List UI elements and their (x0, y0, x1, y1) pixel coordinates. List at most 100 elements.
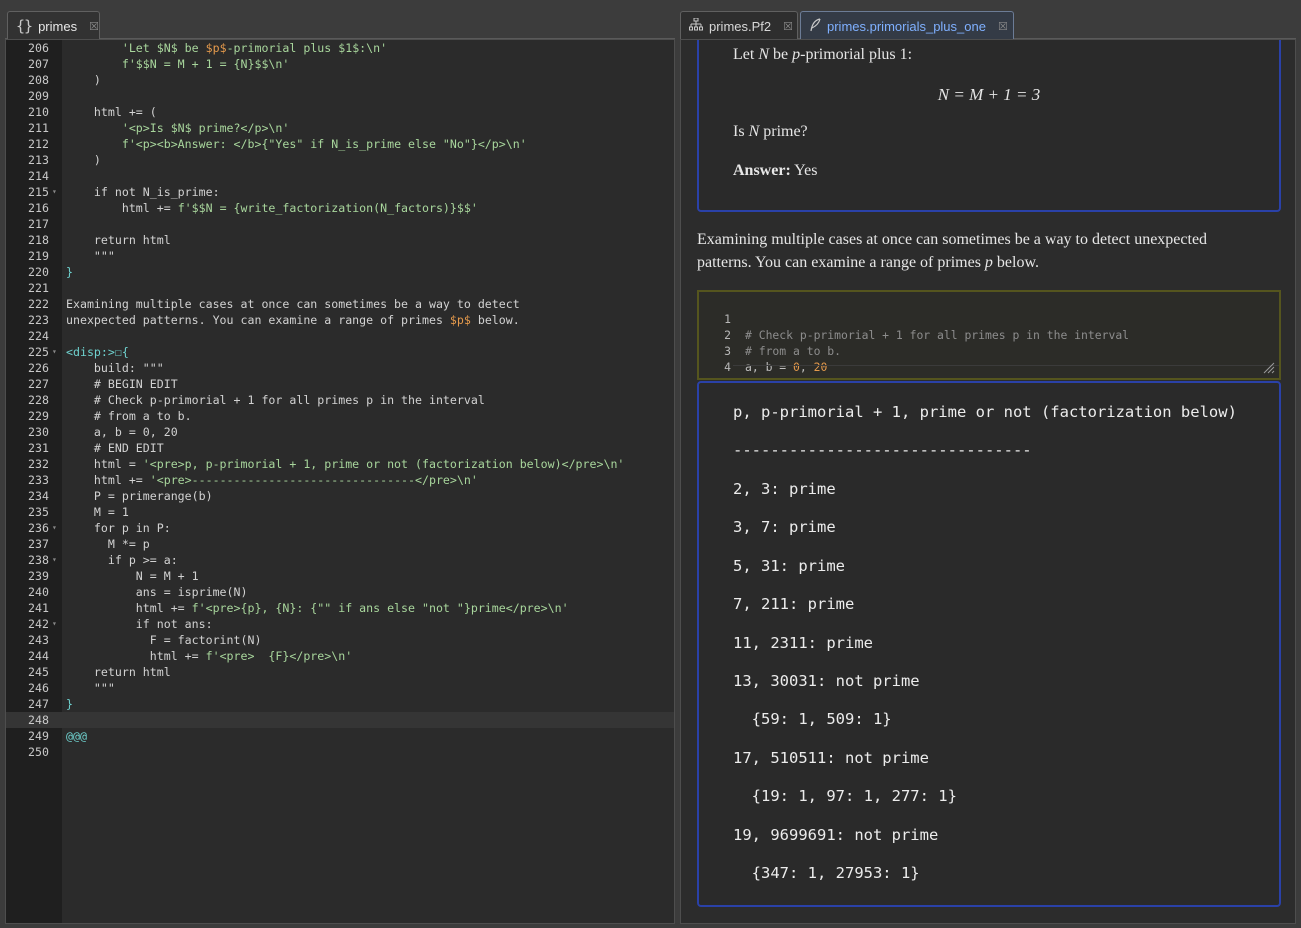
code-line[interactable]: 213 ) (6, 152, 674, 168)
code-line[interactable]: 210 html += ( (6, 104, 674, 120)
close-icon[interactable]: ☒ (998, 20, 1008, 33)
code-line[interactable]: 229 # from a to b. (6, 408, 674, 424)
statement-text: Let N be p-primorial plus 1: (733, 46, 913, 63)
close-icon[interactable]: ☒ (89, 20, 99, 33)
code-text: ) (66, 73, 101, 87)
code-text: Examining multiple cases at once can som… (66, 297, 520, 311)
line-number: 244 (28, 649, 49, 663)
fold-arrow-icon[interactable]: ▾ (52, 552, 57, 568)
rendered-preview: Let N be p-primorial plus 1: N = M + 1 =… (680, 39, 1296, 924)
line-number: 223 (28, 313, 49, 327)
code-text: for p in P: (66, 521, 171, 535)
line-number: 247 (28, 697, 49, 711)
question-text: Is N prime? (733, 123, 808, 140)
code-line[interactable]: 220} (6, 264, 674, 280)
line-number: 224 (28, 329, 49, 343)
code-text: unexpected patterns. You can examine a r… (66, 313, 520, 327)
code-line[interactable]: 239 N = M + 1 (6, 568, 674, 584)
code-line[interactable]: 241 html += f'<pre>{p}, {N}: {"" if ans … (6, 600, 674, 616)
code-line[interactable]: 207 f'$$N = M + 1 = {N}$$\n' (6, 56, 674, 72)
line-number: 227 (28, 377, 49, 391)
line-number: 216 (28, 201, 49, 215)
code-line[interactable]: 212 f'<p><b>Answer: </b>{"Yes" if N_is_p… (6, 136, 674, 152)
code-line[interactable]: 217 (6, 216, 674, 232)
code-line[interactable]: 248 (6, 712, 674, 728)
code-line[interactable]: 216 html += f'$$N = {write_factorization… (6, 200, 674, 216)
line-number: 229 (28, 409, 49, 423)
line-number: 209 (28, 89, 49, 103)
code-line[interactable]: 214 (6, 168, 674, 184)
code-line[interactable]: 209 (6, 88, 674, 104)
code-text: '<p>Is $N$ prime?</p>\n' (121, 121, 290, 135)
fold-arrow-icon[interactable]: ▾ (52, 520, 57, 536)
tab-primes[interactable]: {} primes ☒ (7, 11, 100, 40)
code-line[interactable]: 247} (6, 696, 674, 712)
code-line[interactable]: 227 # BEGIN EDIT (6, 376, 674, 392)
line-number: 248 (28, 713, 49, 727)
code-text: return html (66, 233, 171, 247)
code-line[interactable]: 222 Examining multiple cases at once can … (6, 296, 674, 312)
tab-primes-pf2[interactable]: primes.Pf2 ☒ (680, 11, 798, 40)
fold-arrow-icon[interactable]: ▾ (52, 344, 57, 360)
output-divider: -------------------------------- (733, 441, 1032, 459)
left-tab-bar: {} primes ☒ (5, 5, 675, 40)
code-text: M *= p (66, 537, 150, 551)
line-number: 220 (28, 265, 49, 279)
output-card-question: Let N be p-primorial plus 1: N = M + 1 =… (697, 40, 1281, 212)
code-line[interactable]: 228 # Check p-primorial + 1 for all prim… (6, 392, 674, 408)
code-text: N = M + 1 (66, 569, 199, 583)
code-line[interactable]: 223 unexpected patterns. You can examine … (6, 312, 674, 328)
code-line[interactable]: 232 html = '<pre>p, p-primorial + 1, pri… (6, 456, 674, 472)
code-editor[interactable]: 206 'Let $N$ be $p$-primorial plus $1$:\… (5, 39, 675, 924)
code-line[interactable]: 206 'Let $N$ be $p$-primorial plus $1$:\… (6, 40, 674, 56)
code-text: html += f'<pre>{p}, {N}: {"" if ans else… (66, 601, 569, 615)
code-line[interactable]: 234 P = primerange(b) (6, 488, 674, 504)
code-text: } (66, 697, 73, 711)
line-number: 246 (28, 681, 49, 695)
code-line[interactable]: 233 html += '<pre>----------------------… (6, 472, 674, 488)
code-text: html += f'<pre> {F}</pre>\n' (66, 649, 353, 663)
code-line[interactable]: 243 F = factorint(N) (6, 632, 674, 648)
fold-arrow-icon[interactable]: ▾ (52, 616, 57, 632)
code-line[interactable]: 218 return html (6, 232, 674, 248)
code-line[interactable]: 238 ▾ if p >= a: (6, 552, 674, 568)
line-number: 210 (28, 105, 49, 119)
code-line[interactable]: 225 ▾ <disp:>☐{ (6, 344, 674, 360)
tab-primorials-plus-one[interactable]: primes.primorials_plus_one ☒ (800, 11, 1014, 40)
line-number: 231 (28, 441, 49, 455)
code-line[interactable]: 235 M = 1 (6, 504, 674, 520)
code-text: if not N_is_prime: (66, 185, 220, 199)
line-number: 235 (28, 505, 49, 519)
code-line[interactable]: 221 (6, 280, 674, 296)
code-line[interactable]: 245 return html (6, 664, 674, 680)
code-line[interactable]: 224 (6, 328, 674, 344)
code-line[interactable]: 246 """ (6, 680, 674, 696)
line-number: 222 (28, 297, 49, 311)
code-line[interactable]: 240 ans = isprime(N) (6, 584, 674, 600)
output-row: 7, 211: prime (733, 595, 855, 613)
code-line[interactable]: 250 (6, 744, 674, 760)
output-row: {347: 1, 27953: 1} (733, 864, 920, 882)
code-line[interactable]: 231 # END EDIT (6, 440, 674, 456)
tab-primes-label: primes (38, 18, 78, 34)
app-window: {} primes ☒ 206 'Let $N$ be $p$-primoria… (0, 0, 1301, 928)
sitemap-icon (689, 17, 703, 34)
code-line[interactable]: 215 ▾ if not N_is_prime: (6, 184, 674, 200)
code-line[interactable]: 230 a, b = 0, 20 (6, 424, 674, 440)
code-line[interactable]: 208 ) (6, 72, 674, 88)
fold-arrow-icon[interactable]: ▾ (52, 184, 57, 200)
resize-handle-icon[interactable] (1263, 362, 1275, 374)
code-line[interactable]: 211 '<p>Is $N$ prime?</p>\n' (6, 120, 674, 136)
code-line[interactable]: 236 ▾ for p in P: (6, 520, 674, 536)
code-text: html += f'$$N = {write_factorization(N_f… (66, 201, 478, 215)
code-line[interactable]: 242 ▾ if not ans: (6, 616, 674, 632)
embedded-code-editor[interactable]: 1 # Check p-primorial + 1 for all primes… (697, 290, 1281, 380)
code-line[interactable]: 237 M *= p (6, 536, 674, 552)
code-line[interactable]: 219 """ (6, 248, 674, 264)
line-number: 241 (28, 601, 49, 615)
code-line[interactable]: 249 @@@ (6, 728, 674, 744)
code-line[interactable]: 244 html += f'<pre> {F}</pre>\n' (6, 648, 674, 664)
code-line[interactable]: 226 build: """ (6, 360, 674, 376)
close-icon[interactable]: ☒ (783, 20, 793, 33)
output-header: p, p-primorial + 1, prime or not (factor… (733, 403, 1237, 421)
